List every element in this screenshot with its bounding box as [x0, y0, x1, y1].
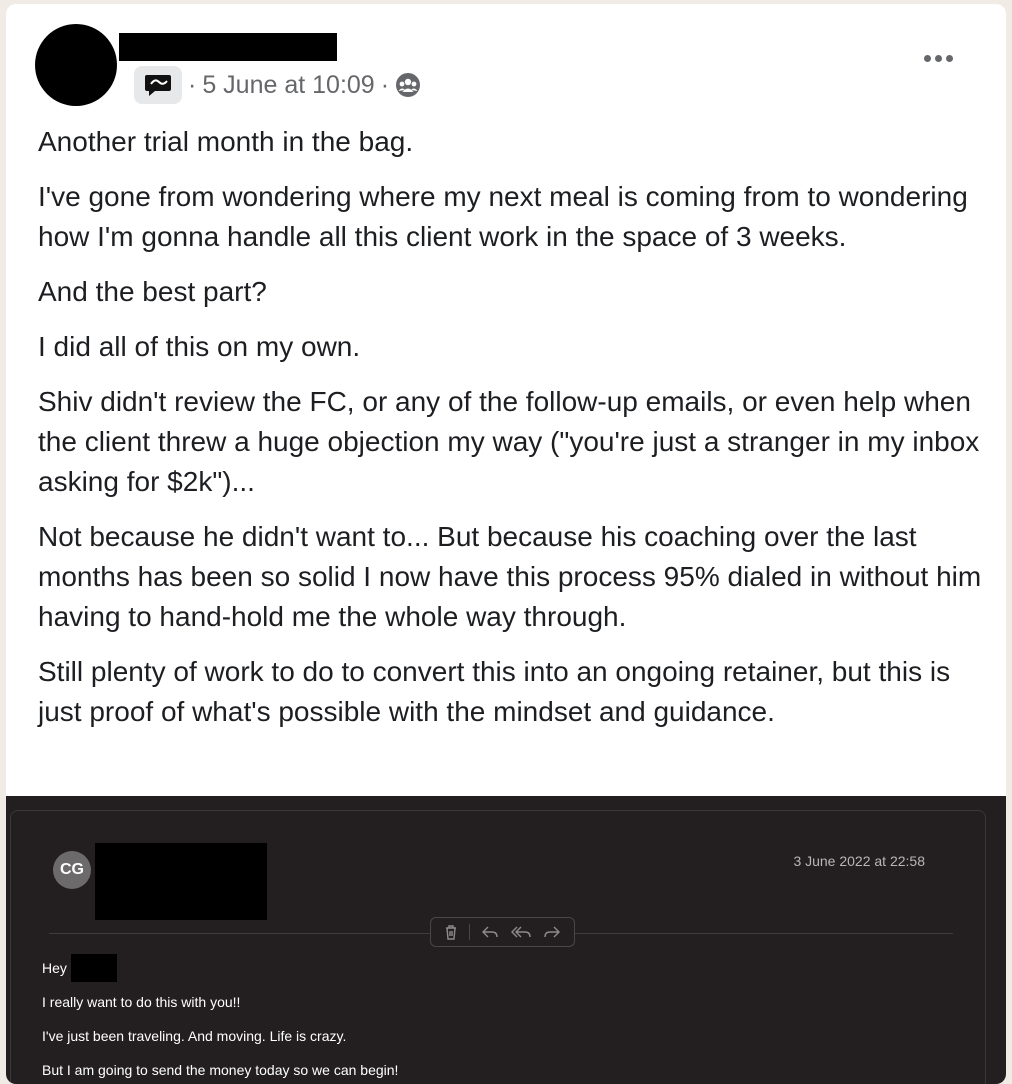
email-date: 3 June 2022 at 22:58	[793, 853, 925, 869]
author-name-redacted[interactable]	[119, 33, 337, 61]
reply-icon[interactable]	[481, 925, 499, 939]
post-meta: · 5 June at 10:09 ·	[134, 66, 421, 104]
email-line: But I am going to send the money today s…	[42, 1062, 399, 1078]
post-paragraph: I did all of this on my own.	[38, 331, 361, 362]
email-greeting-line: Hey	[42, 951, 398, 985]
meta-separator: ·	[188, 70, 197, 99]
sender-name-redacted	[95, 843, 267, 920]
reply-all-icon[interactable]	[510, 925, 532, 939]
post-paragraph: Another trial month in the bag.	[38, 126, 414, 157]
post-paragraph: Not because he didn't want to... But bec…	[38, 521, 982, 632]
post-timestamp[interactable]: 5 June at 10:09	[202, 71, 374, 100]
email-line: I've just been traveling. And moving. Li…	[42, 1028, 347, 1044]
email-body: Hey I really want to do this with you!! …	[42, 951, 398, 1084]
post-paragraph: Still plenty of work to do to convert th…	[38, 656, 951, 727]
post-paragraph: I've gone from wondering where my next m…	[38, 181, 968, 252]
recipient-name-redacted	[70, 954, 117, 982]
email-toolbar	[430, 917, 575, 947]
more-options-icon[interactable]	[918, 48, 958, 68]
post-paragraph: And the best part?	[38, 276, 267, 307]
toolbar-separator	[469, 924, 471, 940]
message-bubble-icon[interactable]	[134, 66, 182, 104]
group-audience-icon[interactable]	[395, 72, 421, 98]
post-paragraph: Shiv didn't review the FC, or any of the…	[38, 386, 980, 497]
sender-avatar: CG	[53, 851, 91, 889]
email-line: I really want to do this with you!!	[42, 994, 241, 1010]
forward-icon[interactable]	[543, 925, 561, 939]
post-body: Another trial month in the bag. I've gon…	[38, 122, 988, 747]
trash-icon[interactable]	[444, 924, 458, 940]
email-panel: CG 3 June 2022 at 22:58 Hey I really wan…	[10, 810, 986, 1084]
meta-separator-2: ·	[380, 70, 390, 99]
facebook-post-card: · 5 June at 10:09 · Another trial month …	[6, 4, 1006, 1084]
email-screenshot: CG 3 June 2022 at 22:58 Hey I really wan…	[6, 796, 1006, 1084]
email-greeting: Hey	[42, 960, 67, 976]
author-avatar[interactable]	[35, 24, 117, 106]
